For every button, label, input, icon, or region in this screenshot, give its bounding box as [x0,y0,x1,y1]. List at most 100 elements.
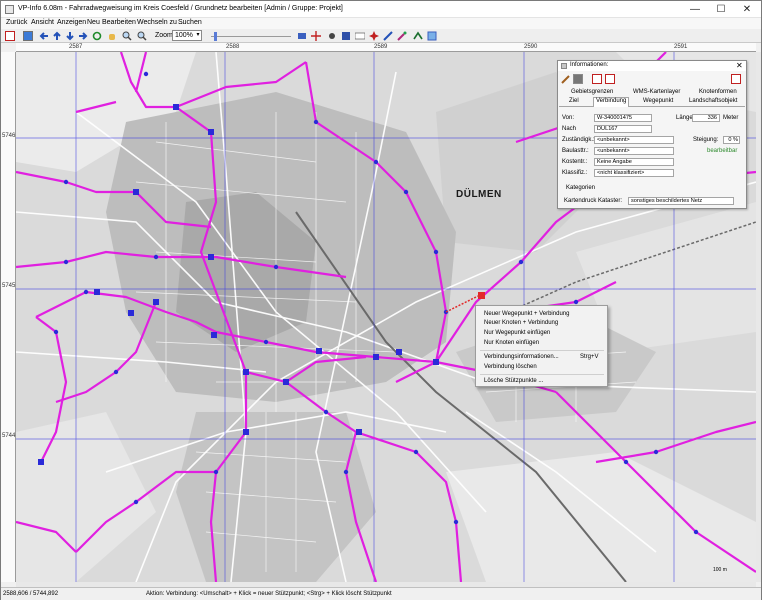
zustaendig-label: Zuständigk.: [562,137,595,143]
nach-label: Nach [562,126,577,132]
tab-gebietsgrenzen[interactable]: Gebietsgrenzen [569,89,615,95]
arrow-down-icon[interactable] [65,31,75,41]
ruler-x-label: 2587 [69,44,83,50]
menu-separator [480,374,604,375]
target-icon[interactable] [592,74,602,84]
laenge-unit: Meter [723,115,739,121]
zoom-out-icon[interactable] [137,31,147,41]
anno-icon[interactable] [355,31,365,41]
menu-item-verbindungsinformationen[interactable]: Verbindungsinformationen... [484,354,559,360]
kostentr-field[interactable]: Keine Angabe [594,158,674,166]
select-icon[interactable] [297,31,307,41]
maximize-button[interactable]: ☐ [707,1,735,17]
app-window: VP-Info 6.08m - Fahrradwegweisung im Kre… [0,0,762,600]
zoom-slider-thumb[interactable] [214,32,217,41]
tab-wegepunkt[interactable]: Wegepunkt [641,98,675,104]
menu-item-verbindung-loeschen[interactable]: Verbindung löschen [484,364,537,370]
refresh-icon[interactable] [23,31,33,41]
scale-bar: 100 m [713,567,727,573]
kartendruck-label: Kartendruck Kataster: [564,198,623,204]
ruler-x-label: 2589 [374,44,388,50]
tabs-row-2: Ziel Verbindung Wegepunkt Landschaftsobj… [559,97,745,107]
menu-anzeigen[interactable]: Anzeigen [57,19,86,26]
von-field[interactable]: W-340001475 [594,114,652,122]
menu-item-neuer-wegepunkt-verbindung[interactable]: Neuer Wegepunkt + Verbindung [484,311,569,317]
magic-icon[interactable] [397,31,407,41]
arrow-left-icon[interactable] [39,31,49,41]
ruler-x-label: 2591 [674,44,688,50]
zoom-in-icon[interactable] [122,31,132,41]
status-bar: 2588,606 / 5744,892 Aktion: Verbindung: … [1,587,761,600]
menu-neu[interactable]: Neu [87,19,100,26]
menu-item-nur-wegepunkt[interactable]: Nur Wegepunkt einfügen [484,330,550,336]
minimize-button[interactable]: — [681,1,709,17]
ruler-x-label: 2590 [524,44,538,50]
menu-bar: Zurück Ansicht Anzeigen Neu Bearbeiten W… [1,18,761,29]
hand-icon[interactable] [107,31,117,41]
info-panel-title: Informationen: [570,62,609,68]
tab-knotenformen[interactable]: Knotenformen [697,89,739,95]
laenge-field[interactable]: 336 [692,114,720,122]
layer-icon[interactable] [427,31,437,41]
menu-suchen[interactable]: Suchen [178,19,202,26]
zustaendig-field[interactable]: <unbekannt> [594,136,674,144]
steigung-field[interactable]: 0 % [723,136,740,144]
zoom-slider-track[interactable] [211,36,291,37]
waypoint-icon[interactable] [369,31,379,41]
tabs-row-1: Gebietsgrenzen WMS-Kartenlayer Knotenfor… [559,88,745,97]
info-panel-close-button[interactable]: ✕ [736,61,743,70]
delete-icon[interactable] [605,74,615,84]
status-editable: bearbeitbar [707,148,738,154]
arrow-up-icon[interactable] [52,31,62,41]
menu-shortcut: Strg+V [580,354,599,360]
menu-separator [480,350,604,351]
link-icon[interactable] [383,31,393,41]
menu-ansicht[interactable]: Ansicht [31,19,54,26]
menu-item-neuer-knoten-verbindung[interactable]: Neuer Knoten + Verbindung [484,320,558,326]
von-label: Von: [562,115,575,121]
close-button[interactable]: ✕ [733,1,761,17]
chevron-down-icon[interactable]: ▾ [194,30,202,41]
toolbar: Zoom: 100% ▾ [1,29,761,43]
kartendruck-select[interactable]: sonstiges beschildertes Netz [628,197,734,205]
info-panel: Informationen: ✕ Gebietsgrenzen WMS-Kart… [557,60,747,209]
pin-icon[interactable] [731,74,741,84]
grid-icon[interactable] [341,31,351,41]
kostentr-label: Kostentr.: [562,159,588,165]
steigung-label: Steigung: [693,137,719,143]
context-menu: Neuer Wegepunkt + Verbindung Neuer Knote… [475,305,608,387]
node-icon[interactable] [327,31,337,41]
layout-icon[interactable] [573,74,583,84]
crosshair-icon[interactable] [311,31,321,41]
title-bar: VP-Info 6.08m - Fahrradwegweisung im Kre… [1,1,761,18]
menu-item-loesche-stuetzpunkte[interactable]: Lösche Stützpunkte ... [484,378,543,384]
app-icon [5,5,14,14]
tab-ziel[interactable]: Ziel [567,98,581,104]
status-action: Aktion: Verbindung: <Umschalt> + Klick =… [146,591,392,597]
menu-bearbeiten[interactable]: Bearbeiten [102,19,136,26]
baulasttr-field[interactable]: <unbekannt> [594,147,674,155]
window-title: VP-Info 6.08m - Fahrradwegweisung im Kre… [18,5,343,12]
arrow-right-icon[interactable] [78,31,88,41]
ruler-y-label: 5746 [2,133,16,139]
kategorien-label: Kategorien [566,185,596,191]
menu-item-nur-knoten[interactable]: Nur Knoten einfügen [484,340,539,346]
nach-field[interactable]: DÜL167 [594,125,652,133]
ruler-top: 2587 2588 2589 2590 2591 [16,43,756,52]
klassifiz-field[interactable]: <nicht klassifiziert> [594,169,674,177]
klassifiz-label: Klassifiz.: [562,170,588,176]
measure-icon[interactable] [413,31,423,41]
info-panel-titlebar[interactable]: Informationen: ✕ [558,61,746,71]
vertical-scrollbar[interactable] [756,52,761,582]
back-icon[interactable] [5,31,15,41]
tab-wms-kartenlayer[interactable]: WMS-Kartenlayer [631,89,682,95]
rotate-icon[interactable] [92,31,102,41]
tab-verbindung[interactable]: Verbindung [593,97,630,107]
tab-landschaftsobjekt[interactable]: Landschaftsobjekt [687,98,739,104]
ruler-x-label: 2588 [226,44,240,50]
status-coordinates: 2588,606 / 5744,892 [3,591,59,597]
menu-zurueck[interactable]: Zurück [6,19,27,26]
info-icon [561,63,567,69]
baulasttr-label: Baulasttr.: [562,148,589,154]
edit-icon[interactable] [561,74,571,84]
